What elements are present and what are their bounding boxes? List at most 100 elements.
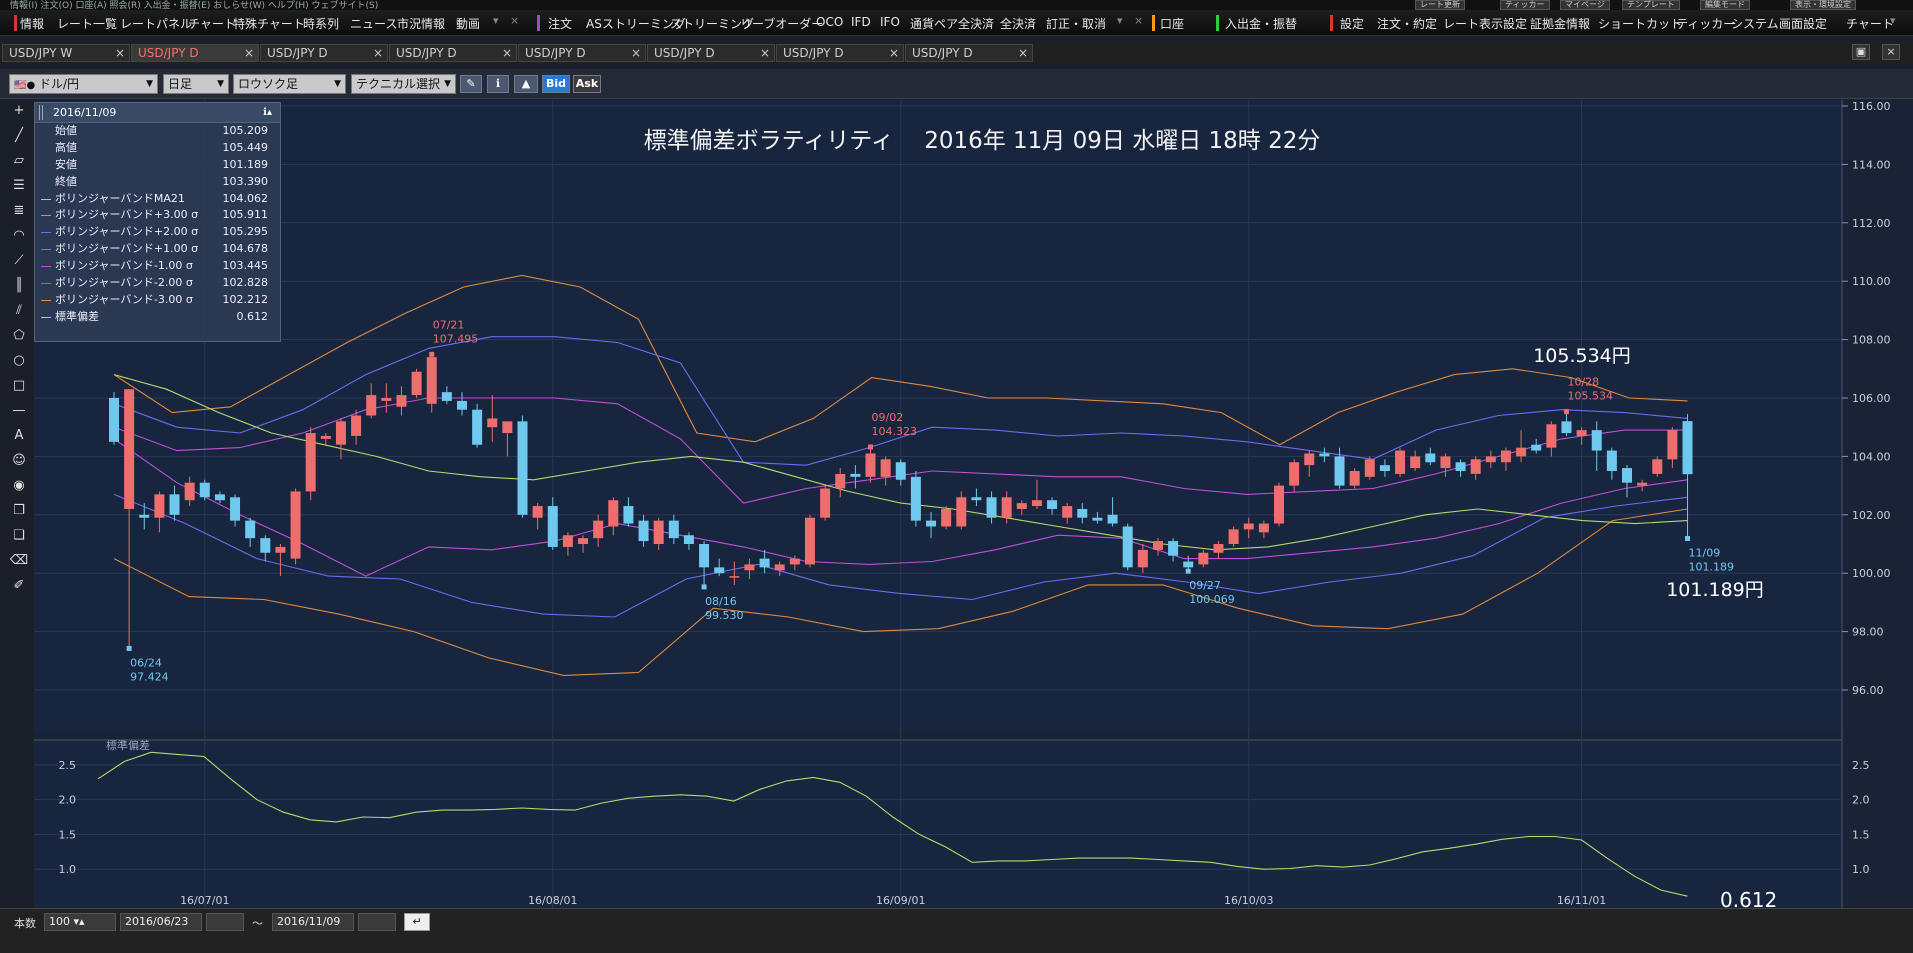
menu-pair-close-all[interactable]: 通貨ペア全決済 <box>910 15 994 32</box>
tab-chart[interactable]: USD/JPY W × <box>2 44 130 62</box>
display-settings-button[interactable]: 表示・環境設定 <box>1790 0 1856 10</box>
tab-chart[interactable]: USD/JPY D × <box>518 44 646 62</box>
eraser-icon[interactable]: ⌫ <box>8 550 30 572</box>
paint-icon[interactable]: ◉ <box>8 475 30 497</box>
tab-chart[interactable]: USD/JPY D × <box>389 44 517 62</box>
emoji-icon[interactable]: ☺ <box>8 450 30 472</box>
pentagon-icon[interactable]: ⬠ <box>8 325 30 347</box>
fan-icon[interactable]: ⟋ <box>8 250 30 272</box>
menu-leave-order[interactable]: リーブオーダー <box>740 15 823 32</box>
menu-special-chart[interactable]: 特殊チャート <box>233 15 305 32</box>
rectangle-icon[interactable]: □ <box>8 375 30 397</box>
menu-edit-cancel[interactable]: 訂正・取消 <box>1046 15 1106 32</box>
tab-close-icon[interactable]: × <box>1018 45 1028 61</box>
menu-video[interactable]: 動画 <box>456 15 480 32</box>
period-select[interactable]: 日足 ▼ <box>163 74 229 94</box>
menu-system[interactable]: システム <box>1731 15 1779 32</box>
technical-select[interactable]: テクニカル選択 ▼ <box>351 74 456 94</box>
tab-close-icon[interactable]: × <box>244 45 254 61</box>
channel-icon[interactable]: ⫽ <box>8 300 30 322</box>
end-time-input[interactable] <box>358 913 396 931</box>
tab-close-icon[interactable]: × <box>889 45 899 61</box>
horizontal-lines-icon[interactable]: ☰ <box>8 175 30 197</box>
menu-settings[interactable]: 設定 <box>1340 15 1364 32</box>
restore-window-icon[interactable]: ▣ <box>1852 44 1870 60</box>
ruler-icon[interactable]: ▱ <box>8 150 30 172</box>
tab-label: USD/JPY D <box>138 46 199 60</box>
menu-dropdown-icon[interactable]: ▾ <box>1890 14 1896 27</box>
tab-chart[interactable]: USD/JPY D × <box>776 44 904 62</box>
pencil-icon[interactable]: ✎ <box>460 75 482 93</box>
menu-deposit[interactable]: 入出金・振替 <box>1225 15 1297 32</box>
tab-close-icon[interactable]: × <box>760 45 770 61</box>
menu-screen-settings[interactable]: 画面設定 <box>1779 15 1827 32</box>
candle-body <box>683 535 694 544</box>
rate-update-button[interactable]: レート更新 <box>1415 0 1465 10</box>
arc-icon[interactable]: ◠ <box>8 225 30 247</box>
mountain-chart-icon[interactable]: ▲ <box>514 75 538 93</box>
menu-dropdown-icon[interactable]: ▾ <box>1117 14 1123 27</box>
info-panel-header[interactable]: 2016/11/09 ℹ▴ <box>35 103 280 123</box>
trendline-icon[interactable]: ╱ <box>8 125 30 147</box>
ticker-top-button[interactable]: ティッカー <box>1500 0 1550 10</box>
menu-ifd[interactable]: IFD <box>851 15 871 29</box>
tab-close-icon[interactable]: × <box>502 45 512 61</box>
duplicate-icon[interactable]: ❑ <box>8 525 30 547</box>
vertical-lines-icon[interactable]: ║ <box>8 275 30 297</box>
tab-chart[interactable]: USD/JPY D × <box>905 44 1033 62</box>
template-button[interactable]: テンプレート <box>1622 0 1680 10</box>
reload-button[interactable]: ↵ <box>404 913 430 931</box>
menu-rate-list[interactable]: レート一覧 <box>57 15 117 32</box>
bar-count-input[interactable]: 100 ▾▴ <box>44 913 116 931</box>
currency-pair-select[interactable]: 🇺🇸● ドル/円 ▼ <box>9 74 158 94</box>
crosshair-icon[interactable]: + <box>8 100 30 122</box>
menu-rate-display[interactable]: レート表示設定 <box>1443 15 1527 32</box>
menu-order-exec[interactable]: 注文・約定 <box>1377 15 1437 32</box>
menu-close-icon[interactable]: × <box>1134 14 1143 27</box>
menu-ifo[interactable]: IFO <box>880 15 900 29</box>
menu-close-icon[interactable]: × <box>510 14 519 27</box>
menu-rate-panel[interactable]: レートパネル <box>120 15 192 32</box>
menu-ticker[interactable]: ティッカー <box>1676 15 1735 32</box>
chart-area[interactable]: 116.00 114.00 112.00 110.00 108.00 106.00 104.… <box>34 100 1913 912</box>
edit-icon[interactable]: ✐ <box>8 575 30 597</box>
close-window-icon[interactable]: × <box>1882 44 1900 60</box>
info-icon[interactable]: ℹ <box>487 75 509 93</box>
menu-order[interactable]: 注文 <box>548 15 572 32</box>
menu-timeseries[interactable]: 時系列 <box>303 15 339 32</box>
menu-news[interactable]: ニュース <box>350 15 397 32</box>
end-date-input[interactable]: 2016/11/09 <box>272 913 354 931</box>
fibonacci-icon[interactable]: ≣ <box>8 200 30 222</box>
info-collapse-icon[interactable]: ℹ▴ <box>263 103 272 123</box>
mypage-button[interactable]: マイページ <box>1560 0 1610 10</box>
tab-close-icon[interactable]: × <box>631 45 641 61</box>
menu-chart[interactable]: チャート <box>188 15 236 32</box>
ask-button[interactable]: Ask <box>573 75 601 93</box>
chart-svg[interactable]: 116.00 114.00 112.00 110.00 108.00 106.00 104.… <box>34 100 1913 912</box>
menu-close-all[interactable]: 全決済 <box>1000 15 1036 32</box>
text-icon[interactable]: A <box>8 425 30 447</box>
bid-button[interactable]: Bid <box>542 75 570 93</box>
menu-market-info[interactable]: 市況情報 <box>397 15 445 32</box>
menu-account[interactable]: 口座 <box>1160 15 1184 32</box>
tab-close-icon[interactable]: × <box>115 45 125 61</box>
start-time-input[interactable] <box>206 913 244 931</box>
start-date-input[interactable]: 2016/06/23 <box>120 913 202 931</box>
menu-shortcut[interactable]: ショートカット <box>1598 15 1682 32</box>
ohlc-info-panel[interactable]: 2016/11/09 ℹ▴ 始値 105.209 高値 105.449 安値 101.18… <box>34 102 281 342</box>
menu-chart-settings[interactable]: チャート <box>1846 15 1894 32</box>
menu-oco[interactable]: OCO <box>816 15 843 29</box>
tab-chart[interactable]: USD/JPY D × <box>260 44 388 62</box>
tab-chart[interactable]: USD/JPY D × <box>647 44 775 62</box>
chart-type-select[interactable]: ロウソク足 ▼ <box>233 74 346 94</box>
copy-icon[interactable]: ❐ <box>8 500 30 522</box>
line-icon[interactable]: — <box>8 400 30 422</box>
menu-dropdown-icon[interactable]: ▾ <box>493 14 499 27</box>
circle-icon[interactable]: ○ <box>8 350 30 372</box>
drag-handle-icon[interactable] <box>39 105 43 120</box>
edit-mode-button[interactable]: 編集モード <box>1700 0 1750 10</box>
menu-info[interactable]: 情報 <box>20 15 44 32</box>
tab-chart[interactable]: USD/JPY D × <box>131 44 259 62</box>
tab-close-icon[interactable]: × <box>373 45 383 61</box>
menu-margin-info[interactable]: 証拠金情報 <box>1530 15 1590 32</box>
